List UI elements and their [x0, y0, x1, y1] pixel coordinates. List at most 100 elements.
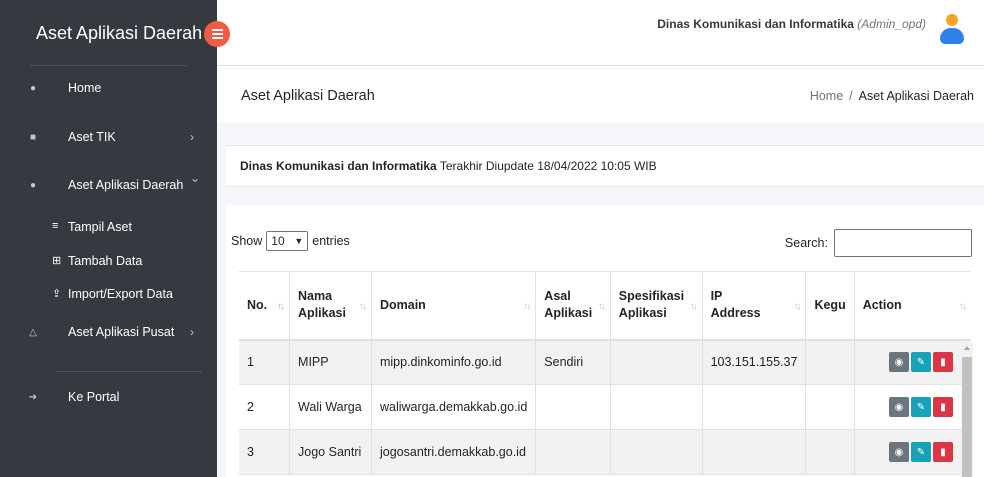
sort-asc-icon: ↑↓	[277, 301, 285, 312]
cell-ip	[702, 429, 807, 475]
delete-button[interactable]: ▮	[933, 442, 953, 462]
chevron-down-icon: ▼	[294, 236, 304, 246]
briefcase-icon: ■	[29, 131, 37, 143]
sidebar-subitem-label: Tampil Aset	[68, 220, 132, 234]
column-header-spesifikasi[interactable]: Spesifikasi Aplikasi ↑↓	[610, 271, 703, 341]
breadcrumb-home-link[interactable]: Home	[810, 89, 843, 103]
view-button[interactable]: ◉	[889, 442, 909, 462]
plus-square-icon: ⊞	[52, 255, 62, 267]
sidebar-item-label: Aset Aplikasi Pusat	[68, 325, 175, 339]
brand[interactable]: Aset Aplikasi Daerah	[0, 0, 230, 66]
user-info[interactable]: Dinas Komunikasi dan Informatika (Admin_…	[657, 17, 926, 31]
sidebar-item-aset-tik[interactable]: ■ Aset TIK ›	[0, 127, 217, 147]
cell-no: 1	[239, 339, 291, 385]
chevron-right-icon: ›	[190, 130, 194, 144]
cell-nama: MIPP	[289, 339, 372, 385]
android-icon: ●	[29, 179, 37, 191]
cell-spesifikasi	[610, 339, 703, 385]
upload-icon: ⇪	[52, 288, 62, 300]
sort-icon: ↑↓	[358, 301, 367, 312]
cell-kegunaan	[805, 429, 855, 475]
chevron-down-icon: ⌄	[190, 171, 201, 185]
scroll-up-icon[interactable]	[964, 346, 970, 350]
cell-kegunaan	[805, 384, 855, 430]
sign-in-icon: ➜	[28, 391, 38, 403]
menu-icon	[211, 33, 223, 35]
cell-asal	[535, 429, 611, 475]
column-header-kegunaan[interactable]: Kegu	[805, 271, 855, 341]
edit-button[interactable]: ✎	[911, 352, 931, 373]
view-button[interactable]: ◉	[889, 397, 909, 417]
sidebar-item-ke-portal[interactable]: ➜ Ke Portal	[0, 387, 217, 407]
sidebar-subitem-label: Import/Export Data	[68, 287, 173, 301]
cell-asal	[535, 384, 611, 430]
content-header: Aset Aplikasi Daerah Home / Aset Aplikasi …	[217, 66, 984, 122]
delete-button[interactable]: ▮	[933, 352, 953, 373]
search-input[interactable]	[834, 229, 972, 257]
column-header-domain[interactable]: Domain ↑↓	[371, 271, 537, 341]
column-header-label: Asal Aplikasi	[544, 289, 593, 321]
cell-nama: Wali Warga	[289, 384, 372, 430]
info-updated: Terakhir Diupdate 18/04/2022 10:05 WIB	[439, 159, 657, 173]
table-card: Show 10 ▼ entries Search: No. ↑↓ Nama Apl…	[226, 205, 984, 477]
table-row: 2 Wali Warga waliwarga.demakkab.go.id ◉ …	[239, 384, 971, 430]
sidebar-item-label: Aset Aplikasi Daerah	[68, 178, 184, 192]
sort-icon: ↑↓	[959, 301, 967, 312]
sidebar-item-home[interactable]: ● Home	[0, 78, 217, 98]
delete-button[interactable]: ▮	[933, 397, 953, 417]
edit-button[interactable]: ✎	[911, 442, 931, 462]
pencil-icon: ✎	[916, 401, 926, 413]
show-label: Show	[231, 234, 263, 248]
eye-icon: ◉	[894, 356, 904, 368]
top-navbar: Dinas Komunikasi dan Informatika (Admin_…	[217, 0, 984, 66]
sidebar-item-label: Ke Portal	[68, 390, 120, 404]
column-header-ip[interactable]: IP Address ↑↓	[702, 271, 807, 341]
cell-action: ◉ ✎ ▮	[854, 339, 971, 385]
cell-no: 2	[239, 384, 291, 430]
column-header-label: Spesifikasi Aplikasi	[618, 289, 685, 321]
cell-action: ◉ ✎ ▮	[854, 429, 971, 475]
entries-select[interactable]: 10 ▼	[266, 231, 309, 251]
column-header-label: Domain	[379, 297, 426, 312]
column-header-asal[interactable]: Asal Aplikasi ↑↓	[535, 271, 611, 341]
sidebar-item-label: Home	[68, 81, 102, 95]
data-table: No. ↑↓ Nama Aplikasi ↑↓ Domain ↑↓ Asal Apli…	[239, 271, 971, 475]
user-avatar-icon[interactable]	[940, 14, 964, 46]
column-header-label: IP Address	[710, 289, 761, 321]
sort-icon: ↑↓	[597, 301, 606, 312]
cell-domain: jogosantri.demakkab.go.id	[371, 429, 537, 475]
sidebar-subitem-label: Tambah Data	[68, 254, 143, 268]
column-header-label: Kegu	[814, 297, 846, 312]
cell-action: ◉ ✎ ▮	[854, 384, 971, 430]
pencil-icon: ✎	[916, 356, 926, 368]
length-control: Show 10 ▼ entries	[231, 231, 350, 251]
brand-title: Aset Aplikasi Daerah	[36, 22, 203, 43]
sidebar: Aset Aplikasi Daerah ● Home ■ Aset TIK ›…	[0, 0, 230, 477]
edit-button[interactable]: ✎	[911, 397, 931, 417]
table-row: 3 Jogo Santri jogosantri.demakkab.go.id …	[239, 429, 971, 475]
sidebar-item-aset-aplikasi-daerah[interactable]: ● Aset Aplikasi Daerah ⌄	[0, 171, 217, 195]
table-scrollbar[interactable]	[961, 343, 973, 477]
column-header-no[interactable]: No. ↑↓	[239, 271, 291, 341]
sidebar-item-aset-aplikasi-pusat[interactable]: △ Aset Aplikasi Pusat ›	[0, 322, 217, 342]
column-header-action[interactable]: Action ↑↓	[854, 271, 971, 341]
eye-icon: ◉	[894, 446, 904, 458]
scrollbar-thumb[interactable]	[962, 357, 972, 477]
tachometer-icon: ●	[29, 82, 37, 94]
page-title: Aset Aplikasi Daerah	[241, 88, 375, 104]
flask-icon: △	[29, 326, 37, 338]
cell-spesifikasi	[610, 429, 703, 475]
menu-toggle-button[interactable]	[204, 21, 230, 47]
cell-ip	[702, 384, 807, 430]
cell-ip: 103.151.155.37	[702, 339, 807, 385]
list-icon: ≡	[52, 220, 59, 232]
chevron-right-icon: ›	[190, 325, 194, 339]
entries-select-value: 10	[271, 234, 285, 248]
cell-spesifikasi	[610, 384, 703, 430]
user-role: (Admin_opd)	[857, 17, 926, 31]
column-header-nama[interactable]: Nama Aplikasi ↑↓	[289, 271, 372, 341]
sidebar-item-label: Aset TIK	[68, 130, 116, 144]
sort-icon: ↑↓	[689, 301, 698, 312]
view-button[interactable]: ◉	[889, 352, 909, 373]
cell-domain: waliwarga.demakkab.go.id	[371, 384, 537, 430]
